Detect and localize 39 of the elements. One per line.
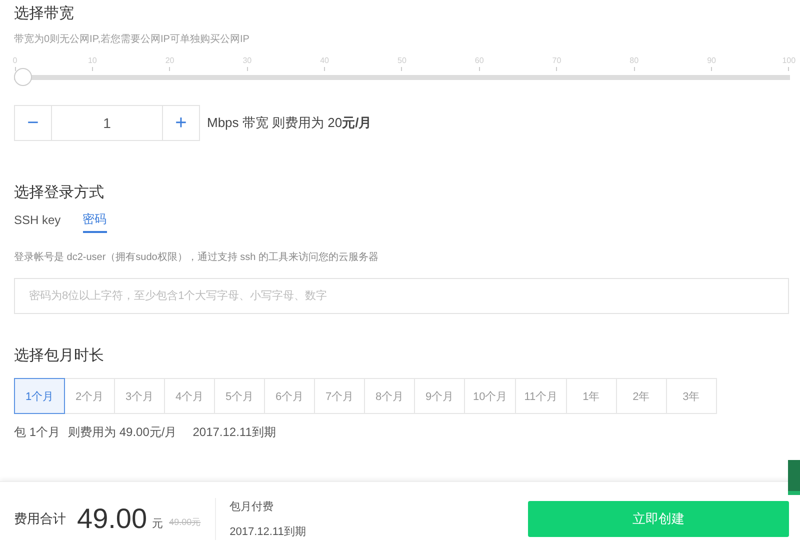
minus-button[interactable]: − [14,105,52,141]
duration-option[interactable]: 11个月 [515,378,567,414]
duration-option[interactable]: 3年 [666,378,717,414]
duration-option[interactable]: 4个月 [164,378,215,414]
section-title: 选择登录方式 [14,183,105,203]
duration-summary: 则费用为 49.00元/月 [68,424,177,441]
bandwidth-input[interactable]: 1 [52,105,162,141]
duration-option[interactable]: 7个月 [314,378,365,414]
duration-option[interactable]: 2个月 [64,378,115,414]
section-title: 选择包月时长 [14,346,105,366]
section-title: 选择带宽 [14,4,75,24]
side-tab[interactable] [788,460,800,495]
billing-type: 包月付费 [230,500,275,514]
bandwidth-cost: Mbps 带宽 则费用为 20元/月 [207,114,372,132]
duration-option[interactable]: 8个月 [364,378,415,414]
duration-option[interactable]: 6个月 [264,378,315,414]
currency-unit: 元 [152,517,164,531]
bandwidth-hint: 带宽为0则无公网IP,若您需要公网IP可单独购买公网IP [14,32,250,46]
duration-option[interactable]: 3个月 [114,378,165,414]
duration-option[interactable]: 10个月 [464,378,516,414]
login-note: 登录帐号是 dc2-user（拥有sudo权限），通过支持 ssh 的工具来访问您的云服务器 [14,250,380,264]
slider-thumb[interactable] [14,68,32,86]
duration-summary: 包 1个月 [14,424,60,441]
duration-option[interactable]: 1个月 [14,378,65,414]
duration-option[interactable]: 9个月 [414,378,465,414]
login-tab[interactable]: 密码 [82,211,107,233]
duration-option[interactable]: 2年 [616,378,667,414]
total-label: 费用合计 [14,510,66,528]
create-button[interactable]: 立即创建 [528,500,789,536]
login-tab[interactable]: SSH key [14,211,61,233]
plus-button[interactable]: + [162,105,200,141]
bandwidth-slider[interactable] [14,68,790,86]
duration-summary: 2017.12.11到期 [192,424,276,441]
total-amount: 49.00 [77,502,148,534]
expiry-date: 2017.12.11到期 [230,524,306,538]
duration-option[interactable]: 5个月 [214,378,265,414]
password-field[interactable]: 密码为8位以上字符，至少包含1个大写字母、小写字母、数字 [14,278,789,314]
original-price: 49.00元 [169,516,201,529]
duration-option[interactable]: 1年 [566,378,617,414]
